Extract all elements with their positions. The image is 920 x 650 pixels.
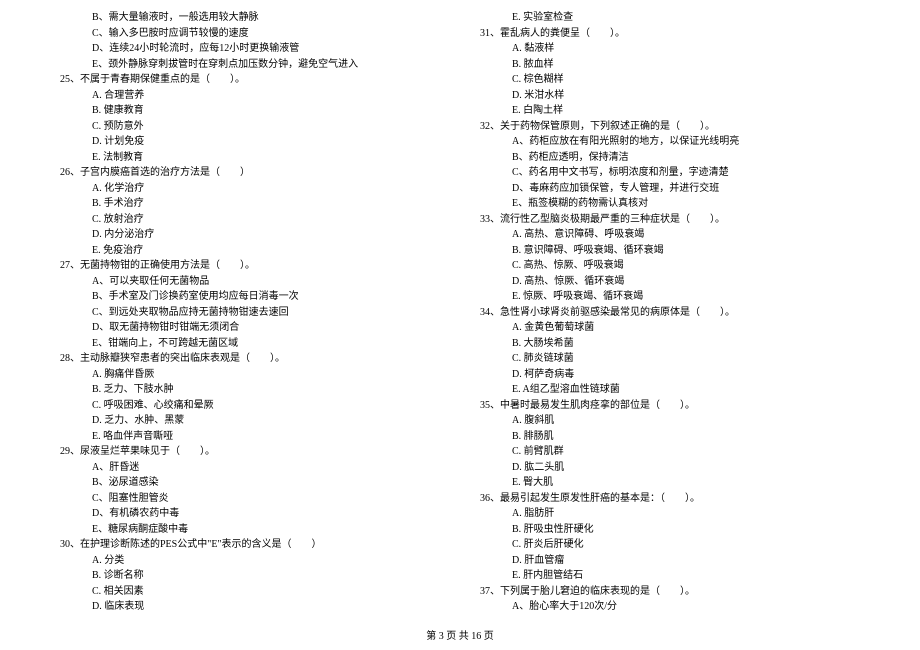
exam-option: D. 肝血管瘤 — [480, 553, 860, 569]
exam-option: E. 肝内胆管结石 — [480, 568, 860, 584]
exam-option: D. 临床表现 — [60, 599, 440, 615]
exam-option: B. 脓血样 — [480, 57, 860, 73]
exam-option: A. 高热、意识障碍、呼吸衰竭 — [480, 227, 860, 243]
exam-option: A、胎心率大于120次/分 — [480, 599, 860, 615]
exam-option: A. 合理营养 — [60, 88, 440, 104]
exam-option: A. 腹斜肌 — [480, 413, 860, 429]
exam-option: B. 腓肠肌 — [480, 429, 860, 445]
exam-option: D. 高热、惊厥、循环衰竭 — [480, 274, 860, 290]
exam-option: B、药柜应透明，保持清洁 — [480, 150, 860, 166]
exam-option: D、毒麻药应加锁保管，专人管理，并进行交班 — [480, 181, 860, 197]
exam-option: E、糖尿病酮症酸中毒 — [60, 522, 440, 538]
exam-columns: B、需大量输液时，一般选用较大静脉C、输入多巴胺时应调节较慢的速度D、连续24小… — [60, 10, 860, 615]
exam-option: D. 计划免疫 — [60, 134, 440, 150]
exam-question: 27、无菌持物钳的正确使用方法是（ ）。 — [60, 258, 440, 274]
exam-question: 36、最易引起发生原发性肝癌的基本是：（ ）。 — [480, 491, 860, 507]
exam-option: E. 实验室检查 — [480, 10, 860, 26]
exam-option: A. 黏液样 — [480, 41, 860, 57]
exam-option: E. 咯血伴声音嘶哑 — [60, 429, 440, 445]
exam-option: C. 相关因素 — [60, 584, 440, 600]
exam-option: B. 意识障碍、呼吸衰竭、循环衰竭 — [480, 243, 860, 259]
exam-option: D. 米泔水样 — [480, 88, 860, 104]
page-footer: 第 3 页 共 16 页 — [0, 627, 920, 642]
exam-option: E. 白陶土样 — [480, 103, 860, 119]
exam-option: D、有机磷农药中毒 — [60, 506, 440, 522]
exam-option: A. 化学治疗 — [60, 181, 440, 197]
exam-option: C. 棕色糊样 — [480, 72, 860, 88]
exam-option: C、阻塞性胆管炎 — [60, 491, 440, 507]
exam-question: 33、流行性乙型脑炎极期最严重的三种症状是（ ）。 — [480, 212, 860, 228]
exam-option: E、颈外静脉穿刺拔管时在穿刺点加压数分钟，避免空气进入 — [60, 57, 440, 73]
exam-option: E. 臀大肌 — [480, 475, 860, 491]
exam-option: B、需大量输液时，一般选用较大静脉 — [60, 10, 440, 26]
exam-option: B. 大肠埃希菌 — [480, 336, 860, 352]
exam-option: D、取无菌持物钳时钳端无须闭合 — [60, 320, 440, 336]
exam-option: A. 胸痛伴昏厥 — [60, 367, 440, 383]
exam-option: B、手术室及门诊换药室使用均应每日消毒一次 — [60, 289, 440, 305]
exam-question: 35、中暑时最易发生肌肉痉挛的部位是（ ）。 — [480, 398, 860, 414]
exam-option: B. 肝吸虫性肝硬化 — [480, 522, 860, 538]
exam-option: C. 预防意外 — [60, 119, 440, 135]
exam-option: A. 脂肪肝 — [480, 506, 860, 522]
exam-option: E. 法制教育 — [60, 150, 440, 166]
exam-question: 31、霍乱病人的粪便呈（ ）。 — [480, 26, 860, 42]
exam-option: C. 放射治疗 — [60, 212, 440, 228]
exam-option: A. 金黄色葡萄球菌 — [480, 320, 860, 336]
exam-option: D. 乏力、水肿、黑蒙 — [60, 413, 440, 429]
exam-option: E. A组乙型溶血性链球菌 — [480, 382, 860, 398]
exam-question: 29、尿液呈烂苹果味见于（ ）。 — [60, 444, 440, 460]
exam-option: D、连续24小时轮流时，应每12小时更换输液管 — [60, 41, 440, 57]
exam-option: E. 惊厥、呼吸衰竭、循环衰竭 — [480, 289, 860, 305]
exam-option: C、输入多巴胺时应调节较慢的速度 — [60, 26, 440, 42]
exam-option: D. 肱二头肌 — [480, 460, 860, 476]
exam-option: B. 手术治疗 — [60, 196, 440, 212]
exam-option: A. 分类 — [60, 553, 440, 569]
exam-question: 32、关于药物保管原则，下列叙述正确的是（ ）。 — [480, 119, 860, 135]
exam-option: E、钳端向上，不可跨越无菌区域 — [60, 336, 440, 352]
exam-option: C、药名用中文书写，标明浓度和剂量，字迹清楚 — [480, 165, 860, 181]
exam-option: C. 肝炎后肝硬化 — [480, 537, 860, 553]
exam-question: 25、不属于青春期保健重点的是（ ）。 — [60, 72, 440, 88]
exam-question: 34、急性肾小球肾炎前驱感染最常见的病原体是（ ）。 — [480, 305, 860, 321]
exam-option: E. 免疫治疗 — [60, 243, 440, 259]
exam-option: E、瓶签模糊的药物需认真核对 — [480, 196, 860, 212]
exam-option: B. 诊断名称 — [60, 568, 440, 584]
exam-option: C. 前臂肌群 — [480, 444, 860, 460]
exam-question: 26、子宫内膜癌首选的治疗方法是（ ） — [60, 165, 440, 181]
exam-option: C、到远处夹取物品应持无菌持物钳速去速回 — [60, 305, 440, 321]
exam-option: D. 内分泌治疗 — [60, 227, 440, 243]
exam-option: B、泌尿道感染 — [60, 475, 440, 491]
exam-option: D. 柯萨奇病毒 — [480, 367, 860, 383]
exam-question: 28、主动脉瓣狭窄患者的突出临床表观是（ ）。 — [60, 351, 440, 367]
exam-question: 37、下列属于胎儿窘迫的临床表现的是（ ）。 — [480, 584, 860, 600]
exam-option: C. 高热、惊厥、呼吸衰竭 — [480, 258, 860, 274]
exam-option: C. 肺炎链球菌 — [480, 351, 860, 367]
exam-question: 30、在护理诊断陈述的PES公式中"E"表示的含义是（ ） — [60, 537, 440, 553]
exam-option: A、可以夹取任何无菌物品 — [60, 274, 440, 290]
exam-option: C. 呼吸困难、心绞痛和晕厥 — [60, 398, 440, 414]
right-column: E. 实验室检查31、霍乱病人的粪便呈（ ）。A. 黏液样B. 脓血样C. 棕色… — [480, 10, 860, 615]
left-column: B、需大量输液时，一般选用较大静脉C、输入多巴胺时应调节较慢的速度D、连续24小… — [60, 10, 440, 615]
exam-option: A、肝昏迷 — [60, 460, 440, 476]
exam-option: B. 乏力、下肢水肿 — [60, 382, 440, 398]
exam-option: A、药柜应放在有阳光照射的地方，以保证光线明亮 — [480, 134, 860, 150]
exam-option: B. 健康教育 — [60, 103, 440, 119]
